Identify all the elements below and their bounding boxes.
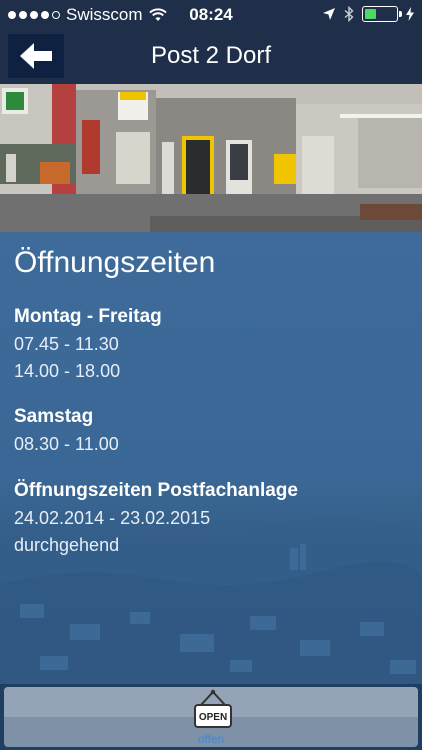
saturday-morning-hours: 08.30 - 11.00 bbox=[14, 434, 119, 454]
weekday-morning-hours: 07.45 - 11.30 bbox=[14, 334, 119, 354]
location-arrow-icon bbox=[323, 8, 335, 20]
battery-icon bbox=[362, 6, 402, 22]
status-right bbox=[322, 6, 414, 22]
open-sign-icon: OPEN bbox=[194, 689, 232, 728]
saturday-hours: Samstag 08.30 - 11.00 bbox=[14, 406, 119, 455]
charging-icon bbox=[406, 7, 414, 21]
postbox-availability: durchgehend bbox=[14, 535, 120, 555]
weekday-hours: Montag - Freitag 07.45 - 11.30 14.00 - 1… bbox=[14, 306, 162, 382]
weekday-afternoon-hours: 14.00 - 18.00 bbox=[14, 361, 121, 381]
open-sign-text: OPEN bbox=[199, 712, 227, 723]
post-office-photo bbox=[0, 84, 422, 232]
tab-bar: OPEN offen bbox=[0, 684, 422, 750]
weekday-title: Montag - Freitag bbox=[14, 306, 162, 327]
navigation-bar: Post 2 Dorf bbox=[0, 30, 422, 84]
tab-open-label: offen bbox=[197, 732, 225, 746]
status-bar: Swisscom 08:24 bbox=[0, 0, 422, 30]
tab-open[interactable]: OPEN offen bbox=[4, 687, 418, 747]
section-heading: Öffnungszeiten bbox=[14, 246, 216, 279]
battery-level bbox=[365, 9, 376, 19]
saturday-title: Samstag bbox=[14, 406, 94, 427]
postbox-hours: Öffnungszeiten Postfachanlage 24.02.2014… bbox=[14, 480, 298, 556]
postbox-date-range: 24.02.2014 - 23.02.2015 bbox=[14, 508, 211, 528]
page-title: Post 2 Dorf bbox=[150, 42, 272, 69]
opening-hours-panel: Öffnungszeiten Montag - Freitag 07.45 - … bbox=[0, 232, 422, 684]
bluetooth-icon bbox=[344, 6, 354, 22]
postbox-title: Öffnungszeiten Postfachanlage bbox=[14, 480, 298, 501]
